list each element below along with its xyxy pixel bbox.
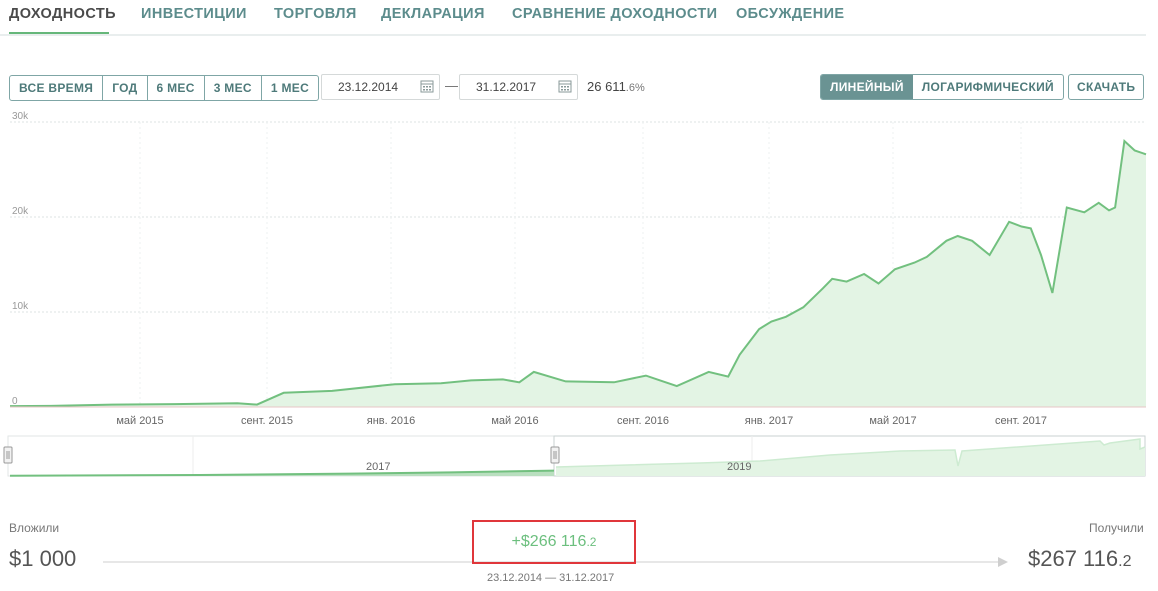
gain-value: +$266 116.2 [512, 533, 597, 550]
received-label: Получили [1089, 521, 1144, 535]
chart-area [10, 141, 1146, 407]
y-tick-label: 0 [12, 396, 18, 407]
gain-value-main: +$266 116 [511, 533, 587, 550]
navigator-handle-right[interactable] [550, 446, 560, 464]
gain-date-range: 23.12.2014 — 31.12.2017 [487, 572, 615, 584]
invested-value: $1 000 [9, 546, 77, 571]
gain-value-decimal: .2 [586, 535, 597, 549]
received-value-main: $267 116 [1028, 546, 1119, 571]
x-tick-label: янв. 2016 [367, 415, 415, 427]
y-tick-label: 30k [12, 111, 29, 122]
received-value-decimal: .2 [1118, 553, 1132, 570]
returns-chart[interactable]: 0 10k 20k 30k май 2015 сент. 2015 янв. 2016 ма… [0, 0, 1158, 430]
x-tick-label: май 2017 [869, 415, 916, 427]
arrow-head-icon [998, 557, 1008, 567]
x-tick-label: май 2016 [491, 415, 538, 427]
x-tick-label: сент. 2016 [617, 415, 669, 427]
x-tick-label: сент. 2017 [995, 415, 1047, 427]
navigator-handle-left[interactable] [3, 446, 13, 464]
navigator-year-label-2019: 2019 [727, 461, 751, 473]
x-tick-label: сент. 2015 [241, 415, 293, 427]
x-tick-label: янв. 2017 [745, 415, 793, 427]
x-tick-label: май 2015 [116, 415, 163, 427]
invested-label: Вложили [9, 521, 60, 535]
received-value: $267 116.2 [1028, 546, 1131, 572]
gain-highlight: +$266 116.2 [472, 520, 636, 564]
range-navigator[interactable]: 2017 2019 [0, 433, 1158, 483]
y-tick-label: 20k [12, 206, 29, 217]
navigator-year-label-2017: 2017 [366, 461, 390, 473]
y-tick-label: 10k [12, 301, 29, 312]
